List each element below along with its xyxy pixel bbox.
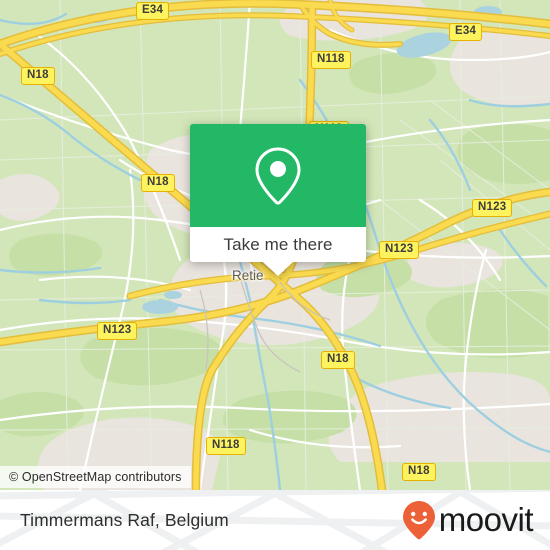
footer-title-text: Timmermans Raf, Belgium bbox=[20, 509, 229, 530]
popup-pointer-tail bbox=[263, 262, 293, 276]
road-shield-label: N123 bbox=[478, 201, 507, 213]
road-shield: N118 bbox=[311, 51, 351, 69]
road-shield: N123 bbox=[472, 199, 513, 217]
moovit-logo[interactable]: moovit bbox=[402, 490, 534, 550]
road-shield-label: N123 bbox=[385, 243, 414, 255]
road-shield-label: N18 bbox=[147, 176, 169, 188]
moovit-map-screen: Retie E34 N118 N18 E34 N118 N18 N123 N123 N123 N1… bbox=[0, 0, 550, 550]
road-shield-label: E34 bbox=[455, 25, 477, 37]
road-shield: N118 bbox=[206, 437, 246, 455]
road-shield: N18 bbox=[321, 351, 355, 369]
osm-attribution[interactable]: © OpenStreetMap contributors bbox=[0, 466, 191, 488]
take-me-there-label: Take me there bbox=[223, 235, 333, 254]
road-shield: N18 bbox=[21, 67, 55, 85]
moovit-smiley-pin-icon bbox=[402, 501, 435, 540]
road-shield: E34 bbox=[449, 23, 483, 41]
road-shield-label: N123 bbox=[103, 324, 132, 336]
footer-place-title: Timmermans Raf, Belgium bbox=[20, 490, 229, 550]
road-shield-label: N18 bbox=[27, 69, 49, 81]
road-shield-label: N118 bbox=[317, 53, 345, 65]
road-shield-label: N18 bbox=[327, 353, 349, 365]
popup-icon-area bbox=[190, 124, 366, 227]
moovit-wordmark: moovit bbox=[438, 500, 534, 538]
road-shield-label: N18 bbox=[408, 465, 430, 477]
road-shield: N123 bbox=[97, 322, 138, 340]
place-label-text: Retie bbox=[232, 268, 264, 283]
attribution-text: © OpenStreetMap contributors bbox=[9, 470, 182, 484]
road-shield: N123 bbox=[379, 241, 420, 259]
road-shield-label: N118 bbox=[212, 439, 240, 451]
map-place-label-retie: Retie bbox=[232, 268, 264, 283]
road-shield: N18 bbox=[402, 463, 436, 481]
road-shield-label: E34 bbox=[142, 4, 164, 16]
footer-bar: Timmermans Raf, Belgium moovit bbox=[0, 490, 550, 550]
road-shield: N18 bbox=[141, 174, 175, 192]
map-popup-card[interactable]: Take me there bbox=[190, 124, 366, 276]
map-pin-icon bbox=[255, 146, 301, 205]
road-shield: E34 bbox=[136, 2, 170, 20]
popup-action-area[interactable]: Take me there bbox=[190, 227, 366, 276]
